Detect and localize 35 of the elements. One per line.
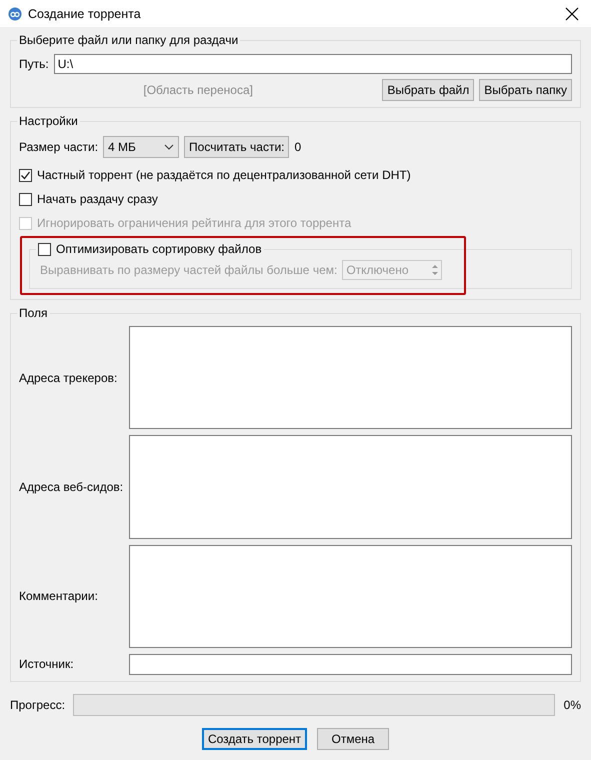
text-area[interactable] (129, 544, 572, 648)
field-label: Размер части: (19, 140, 98, 154)
piece-size-dropdown[interactable]: 4 МБ (103, 136, 180, 158)
group-title: Выберите файл или папку для раздачи (18, 33, 240, 47)
progress-label: Прогресс: (10, 698, 66, 712)
checkbox[interactable] (19, 168, 32, 182)
dialog-button[interactable]: Создать торрент (202, 728, 308, 750)
window-title: Создание торрента (28, 6, 142, 20)
progress-reading: 0% (563, 698, 581, 712)
input-field[interactable] (129, 654, 572, 675)
field-label: Выравнивать по размеру частей файлы больше чем: (40, 263, 338, 277)
drop-area: [Область переноса] (19, 83, 378, 97)
field-label: Адреса трекеров: (19, 370, 118, 385)
checkbox-label: Начать раздачу сразу (37, 192, 158, 206)
close-icon (565, 6, 579, 20)
checkbox-label: Частный торрент (не раздаётся по децентрализованной сети DHT) (37, 168, 411, 182)
group-title: Настройки (18, 114, 79, 128)
field-label: Источник: (19, 657, 75, 672)
app-icon (8, 6, 22, 20)
browse-button[interactable]: Выбрать файл (382, 79, 474, 101)
caret-icon (164, 144, 174, 150)
path-field[interactable]: U:\ (54, 54, 572, 74)
text-area[interactable] (129, 435, 572, 539)
dialog-button[interactable]: Отмена (317, 728, 390, 750)
calculate-button[interactable]: Посчитать части: (184, 136, 290, 158)
field-label: Комментарии: (19, 589, 99, 604)
checkbox[interactable] (19, 192, 32, 206)
text-area[interactable] (129, 326, 572, 430)
group-title: Поля (18, 306, 49, 320)
checkbox-label: Оптимизировать сортировку файлов (56, 242, 262, 256)
field-label: Адреса веб-сидов: (19, 480, 124, 494)
piece-count: 0 (294, 140, 302, 154)
browse-button[interactable]: Выбрать папку (479, 79, 572, 101)
checkbox-label: Игнорировать ограничения рейтинга для этого торрента (37, 216, 352, 230)
field-label: Путь: (19, 57, 49, 71)
